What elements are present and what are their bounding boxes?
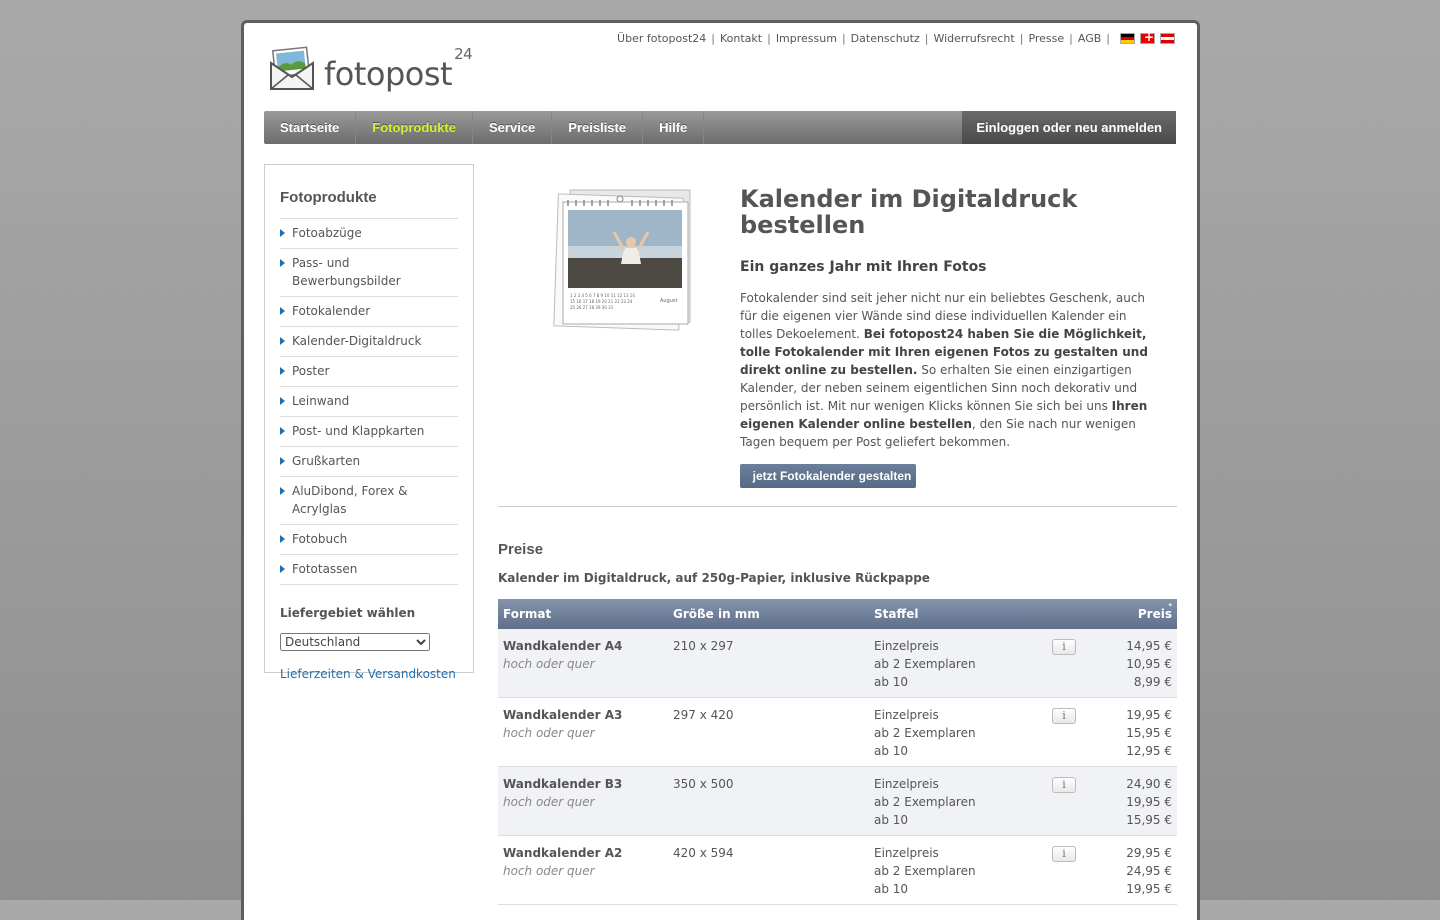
svg-text:August: August [660, 298, 678, 304]
sidebar-item-label[interactable]: Poster [292, 364, 329, 378]
column-tier: Staffel [869, 599, 1047, 629]
price-cell: 19,95 €15,95 €12,95 € [1126, 708, 1172, 758]
info-cell: i [1047, 698, 1087, 767]
sidebar-item-label[interactable]: Grußkarten [292, 454, 360, 468]
sidebar-title: Fotoprodukte [280, 189, 377, 206]
table-row: Wandkalender B3 hoch oder quer 350 x 500 … [498, 766, 1177, 836]
nav-service[interactable]: Service [473, 111, 553, 144]
size-cell: 297 x 420 [673, 708, 734, 722]
delivery-region-label: Liefergebiet wählen [280, 606, 416, 620]
sidebar-item-label[interactable]: AluDibond, Forex & Acrylglas [292, 484, 407, 516]
nav-home[interactable]: Startseite [264, 111, 357, 144]
envelope-photo-icon [270, 46, 314, 90]
price-table: Format Größe in mm Staffel Preis * Wandka… [498, 599, 1177, 905]
prices-heading: Preise [498, 541, 544, 558]
logo[interactable]: fotopost24 [268, 43, 473, 93]
germany-flag-icon[interactable] [1120, 33, 1135, 44]
prices-subheading: Kalender im Digitaldruck, auf 250g-Papie… [498, 571, 930, 585]
sidebar-item-poster[interactable]: Poster [280, 357, 458, 387]
table-row: Wandkalender A2 hoch oder quer 420 x 594 … [498, 836, 1177, 905]
sidebar-item-label[interactable]: Fotokalender [292, 304, 370, 318]
main-nav: Startseite Fotoprodukte Service Preislis… [264, 111, 1176, 144]
format-cell: Wandkalender A4 hoch oder quer [503, 639, 623, 671]
page-subtitle: Ein ganzes Jahr mit Ihren Fotos [740, 259, 987, 275]
hero-text: Kalender im Digitaldruck bestellen Ein g… [740, 186, 1155, 488]
column-size: Größe in mm [668, 599, 869, 629]
toplink-imprint[interactable]: Impressum [776, 32, 837, 45]
info-icon[interactable]: i [1052, 639, 1076, 655]
sidebar-item-calendar-digital-print[interactable]: Kalender-Digitaldruck [280, 327, 458, 357]
nav-help[interactable]: Hilfe [643, 111, 705, 144]
sidebar-item-mugs[interactable]: Fototassen [280, 555, 458, 585]
info-icon[interactable]: i [1052, 846, 1076, 862]
format-cell: Wandkalender B3 hoch oder quer [503, 777, 623, 809]
sidebar-item-label[interactable]: Fotobuch [292, 532, 347, 546]
tier-cell: Einzelpreis ab 2 Exemplaren ab 10 [874, 777, 976, 827]
format-cell: Wandkalender A2 hoch oder quer [503, 846, 623, 878]
column-info [1047, 599, 1087, 629]
section-divider [498, 506, 1177, 507]
delivery-region-select[interactable]: Deutschland [280, 633, 430, 651]
intro-paragraph: Fotokalender sind seit jeher nicht nur e… [740, 291, 1148, 449]
sidebar-item-label[interactable]: Fotoabzüge [292, 226, 362, 240]
sidebar-item-label[interactable]: Leinwand [292, 394, 349, 408]
svg-text:15 16 17 18 19 20 21 22 23 24: 15 16 17 18 19 20 21 22 23 24 [570, 299, 633, 304]
sidebar: Fotoprodukte Fotoabzüge Pass- und Bewerb… [264, 164, 474, 681]
sidebar-list: Fotoabzüge Pass- und Bewerbungsbilder Fo… [280, 218, 458, 585]
shipping-info-link[interactable]: Lieferzeiten & Versandkosten [280, 667, 458, 681]
switzerland-flag-icon[interactable] [1140, 30, 1155, 44]
nav-price-list[interactable]: Preisliste [552, 111, 644, 144]
austria-flag-icon[interactable] [1160, 33, 1175, 44]
price-cell: 14,95 €10,95 €8,99 € [1126, 639, 1172, 689]
price-cell: 24,90 €19,95 €15,95 € [1126, 777, 1172, 827]
table-row: Wandkalender A3 hoch oder quer 297 x 420 … [498, 698, 1177, 767]
sidebar-item-canvas[interactable]: Leinwand [280, 387, 458, 417]
sidebar-item-label[interactable]: Post- und Klappkarten [292, 424, 424, 438]
info-cell: i [1047, 629, 1087, 698]
svg-text:25 26 27 28 29 30 31: 25 26 27 28 29 30 31 [570, 305, 614, 310]
svg-text:1 2 3 4 5 6 7 8 9 10 11 12 13: 1 2 3 4 5 6 7 8 9 10 11 12 13 14 [570, 293, 635, 298]
price-table-header: Format Größe in mm Staffel Preis * [498, 599, 1177, 629]
info-icon[interactable]: i [1052, 777, 1076, 793]
sidebar-item-photo-prints[interactable]: Fotoabzüge [280, 219, 458, 249]
toplink-terms[interactable]: AGB [1078, 32, 1101, 45]
column-format: Format [498, 599, 668, 629]
size-cell: 420 x 594 [673, 846, 734, 860]
logo-wordmark: fotopost24 [324, 45, 473, 93]
design-calendar-button[interactable]: jetzt Fotokalender gestalten [740, 464, 916, 488]
page-container: Über fotopost24 | Kontakt | Impressum | Dat… [241, 20, 1200, 920]
sidebar-item-photobook[interactable]: Fotobuch [280, 525, 458, 555]
info-cell: i [1047, 767, 1087, 836]
login-button[interactable]: Einloggen oder neu anmelden [962, 111, 1176, 144]
sidebar-item-postcards[interactable]: Post- und Klappkarten [280, 417, 458, 447]
sidebar-item-label[interactable]: Kalender-Digitaldruck [292, 334, 421, 348]
calendar-product-image: 1 2 3 4 5 6 7 8 9 10 11 12 13 14 15 16 1… [553, 189, 691, 331]
size-cell: 350 x 500 [673, 777, 734, 791]
tier-cell: Einzelpreis ab 2 Exemplaren ab 10 [874, 708, 976, 758]
tier-cell: Einzelpreis ab 2 Exemplaren ab 10 [874, 846, 976, 896]
sidebar-item-aludibond[interactable]: AluDibond, Forex & Acrylglas [280, 477, 458, 525]
sidebar-item-passport-photos[interactable]: Pass- und Bewerbungsbilder [280, 249, 458, 297]
toplink-press[interactable]: Presse [1028, 32, 1064, 45]
format-cell: Wandkalender A3 hoch oder quer [503, 708, 623, 740]
table-row: Wandkalender A4 hoch oder quer 210 x 297 … [498, 629, 1177, 698]
toplink-about[interactable]: Über fotopost24 [617, 32, 706, 45]
sidebar-item-label[interactable]: Pass- und Bewerbungsbilder [292, 256, 401, 288]
price-cell: 29,95 €24,95 €19,95 € [1126, 846, 1172, 896]
info-icon[interactable]: i [1052, 708, 1076, 724]
toplink-withdrawal[interactable]: Widerrufsrecht [933, 32, 1014, 45]
sidebar-item-photo-calendar[interactable]: Fotokalender [280, 297, 458, 327]
info-cell: i [1047, 836, 1087, 905]
toplink-contact[interactable]: Kontakt [720, 32, 762, 45]
sidebar-item-greeting-cards[interactable]: Grußkarten [280, 447, 458, 477]
column-price: Preis * [1087, 599, 1177, 629]
sidebar-item-label[interactable]: Fototassen [292, 562, 357, 576]
tier-cell: Einzelpreis ab 2 Exemplaren ab 10 [874, 639, 976, 689]
toplink-privacy[interactable]: Datenschutz [851, 32, 920, 45]
size-cell: 210 x 297 [673, 639, 734, 653]
page-title: Kalender im Digitaldruck bestellen [740, 185, 1078, 239]
nav-photo-products[interactable]: Fotoprodukte [356, 111, 474, 144]
top-links: Über fotopost24 | Kontakt | Impressum | Dat… [617, 30, 1175, 45]
